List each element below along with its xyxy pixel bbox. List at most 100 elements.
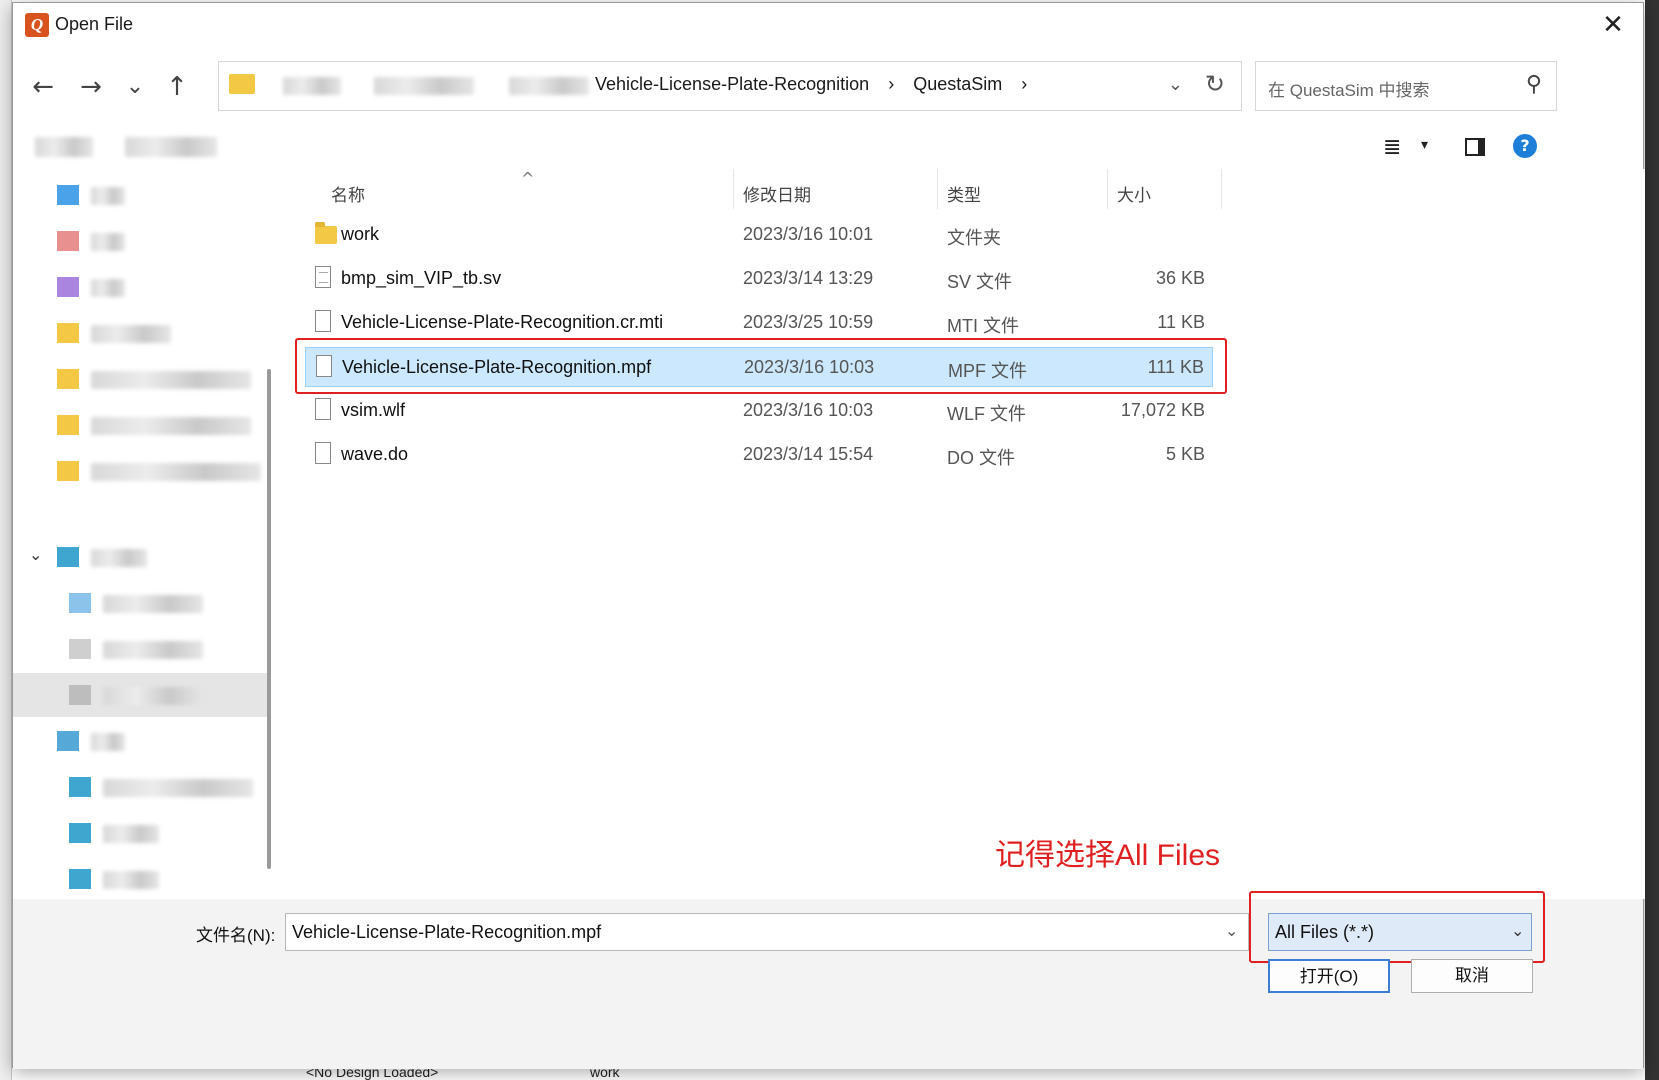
column-header-name[interactable]: 名称 xyxy=(331,181,365,206)
sidebar-item[interactable] xyxy=(13,627,267,671)
text-file-icon xyxy=(315,266,331,288)
open-button[interactable]: 打开(O) xyxy=(1268,959,1390,993)
sidebar-item[interactable] xyxy=(13,265,267,309)
drive-icon xyxy=(69,639,91,659)
annotation-highlight-box xyxy=(295,338,1227,394)
folder-icon xyxy=(57,461,79,481)
file-name: wave.do xyxy=(341,444,409,464)
file-size: 36 KB xyxy=(1155,268,1205,288)
sidebar-item[interactable] xyxy=(13,173,267,217)
sidebar-item-selected[interactable] xyxy=(13,673,267,717)
redacted-label xyxy=(103,595,203,613)
sidebar-item[interactable] xyxy=(13,449,267,493)
file-icon xyxy=(315,310,331,332)
back-button[interactable]: ← xyxy=(25,69,61,105)
folder-icon xyxy=(229,74,255,94)
sidebar-scrollbar[interactable] xyxy=(267,369,271,869)
folder-icon xyxy=(315,222,337,244)
file-name: Vehicle-License-Plate-Recognition.cr.mti xyxy=(341,312,664,332)
file-icon xyxy=(315,442,331,464)
address-history-dropdown[interactable]: ⌄ xyxy=(1168,74,1183,95)
column-header-type[interactable]: 类型 xyxy=(947,181,981,206)
redacted-organize-button[interactable] xyxy=(35,137,93,157)
column-divider[interactable] xyxy=(1107,169,1108,209)
redacted-new-folder-button[interactable] xyxy=(125,137,217,157)
file-type: SV 文件 xyxy=(947,272,1013,292)
column-divider[interactable] xyxy=(937,169,938,209)
filename-label: 文件名(N): xyxy=(196,926,276,945)
view-options-button[interactable]: ≣ xyxy=(1383,135,1401,160)
file-row[interactable]: bmp_sim_VIP_tb.sv 2023/3/14 13:29 SV 文件 … xyxy=(305,259,1213,299)
file-row[interactable]: Vehicle-License-Plate-Recognition.cr.mti… xyxy=(305,303,1213,343)
redacted-label xyxy=(91,233,125,251)
questa-app-icon: Q xyxy=(25,13,49,37)
sidebar-item[interactable] xyxy=(13,581,267,625)
back-arrow-icon: ← xyxy=(32,72,54,102)
file-row[interactable]: vsim.wlf 2023/3/16 10:03 WLF 文件 17,072 K… xyxy=(305,391,1213,431)
search-input[interactable]: 在 QuestaSim 中搜索 xyxy=(1268,76,1430,101)
column-header-date[interactable]: 修改日期 xyxy=(743,181,811,206)
sidebar-item[interactable] xyxy=(13,765,267,809)
close-button[interactable]: ✕ xyxy=(1583,3,1643,47)
redacted-label xyxy=(103,871,159,889)
dialog-title: Open File xyxy=(55,14,134,34)
file-date: 2023/3/16 10:03 xyxy=(743,400,874,420)
sidebar-item[interactable] xyxy=(13,857,267,899)
chevron-down-icon: ⌄ xyxy=(1225,921,1239,940)
recent-locations-button[interactable]: ⌄ xyxy=(117,69,153,105)
file-date: 2023/3/14 15:54 xyxy=(743,444,874,464)
breadcrumb-questasim[interactable]: QuestaSim xyxy=(913,74,1002,94)
sidebar-item[interactable] xyxy=(13,219,267,263)
column-divider[interactable] xyxy=(733,169,734,209)
up-button[interactable]: ↑ xyxy=(159,69,195,105)
column-divider[interactable] xyxy=(1221,169,1222,209)
breadcrumb-separator[interactable]: › xyxy=(888,74,894,94)
redacted-label xyxy=(103,779,253,797)
filename-input[interactable]: Vehicle-License-Plate-Recognition.mpf xyxy=(285,913,1249,951)
column-header-row: ^ 名称 修改日期 类型 大小 xyxy=(283,169,1223,209)
redacted-path-segment xyxy=(509,77,589,95)
navigation-bar: ← → ⌄ ↑ Vehicle-License-Plate-Recognitio… xyxy=(13,47,1643,127)
background-app-left-edge xyxy=(0,0,12,1080)
cancel-button[interactable]: 取消 xyxy=(1411,959,1533,993)
redacted-label xyxy=(103,825,159,843)
help-icon[interactable]: ? xyxy=(1513,134,1537,158)
folder-icon xyxy=(57,231,79,251)
background-app-right-edge xyxy=(1645,0,1659,1080)
drive-icon xyxy=(69,685,91,705)
redacted-label xyxy=(91,733,125,751)
file-row[interactable]: wave.do 2023/3/14 15:54 DO 文件 5 KB xyxy=(305,435,1213,475)
sidebar-item[interactable] xyxy=(13,357,267,401)
preview-pane-icon[interactable] xyxy=(1465,138,1485,156)
refresh-button[interactable]: ↻ xyxy=(1205,70,1225,98)
sidebar-item[interactable] xyxy=(13,403,267,447)
redacted-label xyxy=(103,687,203,705)
folder-icon xyxy=(57,323,79,343)
sidebar-item-network[interactable] xyxy=(13,719,267,763)
file-row[interactable]: work 2023/3/16 10:01 文件夹 xyxy=(305,215,1213,255)
breadcrumb: Vehicle-License-Plate-Recognition › Ques… xyxy=(595,74,1041,95)
drive-icon xyxy=(69,593,91,613)
breadcrumb-project[interactable]: Vehicle-License-Plate-Recognition xyxy=(595,74,869,94)
breadcrumb-separator[interactable]: › xyxy=(1021,74,1027,94)
address-bar[interactable]: Vehicle-License-Plate-Recognition › Ques… xyxy=(218,61,1242,111)
view-dropdown-button[interactable]: ▾ xyxy=(1421,137,1428,153)
file-date: 2023/3/25 10:59 xyxy=(743,312,874,332)
refresh-icon: ↻ xyxy=(1204,70,1225,98)
column-header-size[interactable]: 大小 xyxy=(1117,181,1151,206)
sidebar-item-this-pc[interactable]: ⌄ xyxy=(13,535,267,579)
sort-ascending-icon: ^ xyxy=(521,169,535,188)
file-name: vsim.wlf xyxy=(341,400,405,420)
network-icon xyxy=(57,731,79,751)
redacted-label xyxy=(91,325,171,343)
file-type: MTI 文件 xyxy=(947,316,1019,336)
search-box[interactable]: 在 QuestaSim 中搜索 ⚲ xyxy=(1255,61,1557,111)
search-icon[interactable]: ⚲ xyxy=(1526,72,1542,97)
filename-history-dropdown[interactable]: ⌄ xyxy=(1225,921,1238,940)
computer-icon xyxy=(57,547,79,567)
open-file-dialog: Q Open File ✕ ← → ⌄ ↑ Vehicle-License-Pl… xyxy=(12,2,1645,1069)
sidebar-item[interactable] xyxy=(13,811,267,855)
forward-arrow-icon: → xyxy=(80,72,102,102)
sidebar-item[interactable] xyxy=(13,311,267,355)
forward-button[interactable]: → xyxy=(73,69,109,105)
